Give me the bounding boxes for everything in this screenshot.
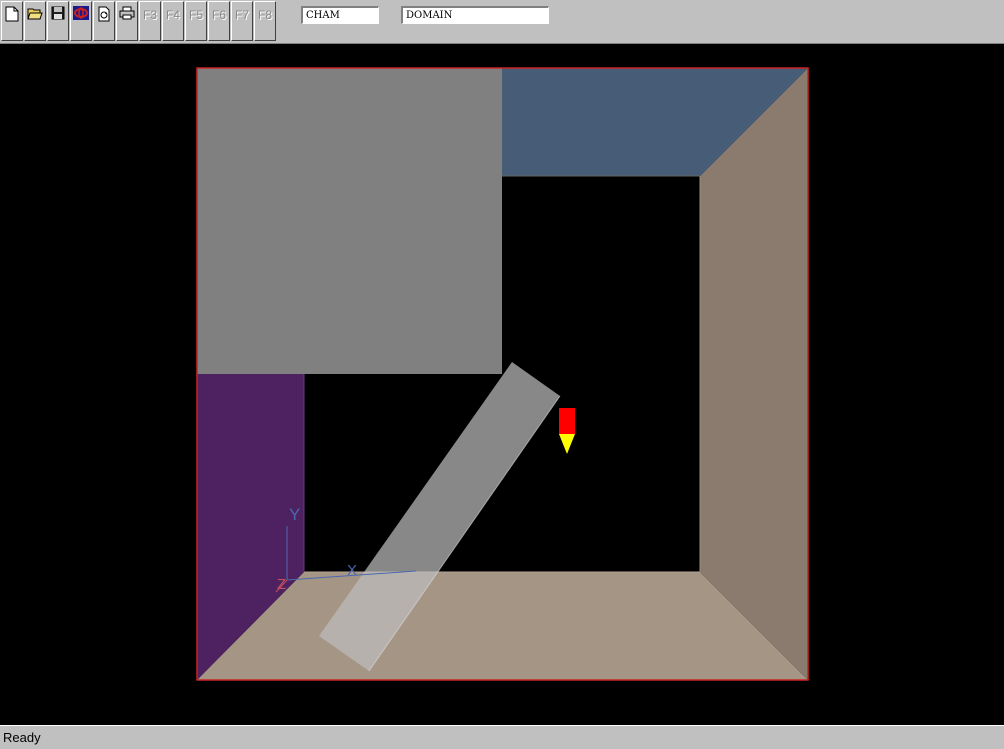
toolbar: F3 F4 F5 F6 F7 F8 CHAM DOMAIN (0, 0, 1004, 44)
printer-icon (119, 6, 135, 20)
f3-button[interactable]: F3 (139, 1, 161, 41)
back-block (197, 68, 502, 374)
f4-button[interactable]: F4 (162, 1, 184, 41)
f3-label: F3 (142, 8, 157, 22)
f5-button[interactable]: F5 (185, 1, 207, 41)
f6-button[interactable]: F6 (208, 1, 230, 41)
status-bar: Ready (0, 725, 1004, 749)
print-button[interactable] (116, 1, 138, 41)
chem-button[interactable] (70, 1, 92, 41)
y-axis-label: Y (289, 505, 300, 524)
save-button[interactable] (47, 1, 69, 41)
f8-label: F8 (257, 8, 272, 22)
probe-body (559, 408, 575, 434)
status-text: Ready (3, 730, 41, 745)
new-file-icon (5, 6, 19, 22)
new-file-button[interactable] (1, 1, 23, 41)
x-axis-label: X (347, 562, 357, 579)
z-axis-label: Z (277, 576, 286, 593)
domain-field[interactable]: DOMAIN (401, 6, 549, 24)
f7-label: F7 (234, 8, 249, 22)
f7-button[interactable]: F7 (231, 1, 253, 41)
refresh-button[interactable] (93, 1, 115, 41)
document-refresh-icon (98, 6, 110, 22)
save-disk-icon (51, 6, 65, 20)
right-wall (700, 68, 808, 680)
f5-label: F5 (188, 8, 203, 22)
scene-canvas[interactable]: Y Z X (0, 44, 1004, 725)
f8-button[interactable]: F8 (254, 1, 276, 41)
open-folder-icon (27, 8, 43, 20)
open-file-button[interactable] (24, 1, 46, 41)
chemical-icon (73, 6, 89, 20)
f6-label: F6 (211, 8, 226, 22)
cham-field[interactable]: CHAM (301, 6, 379, 24)
3d-viewport[interactable]: Y Z X (0, 44, 1004, 725)
f4-label: F4 (165, 8, 180, 22)
